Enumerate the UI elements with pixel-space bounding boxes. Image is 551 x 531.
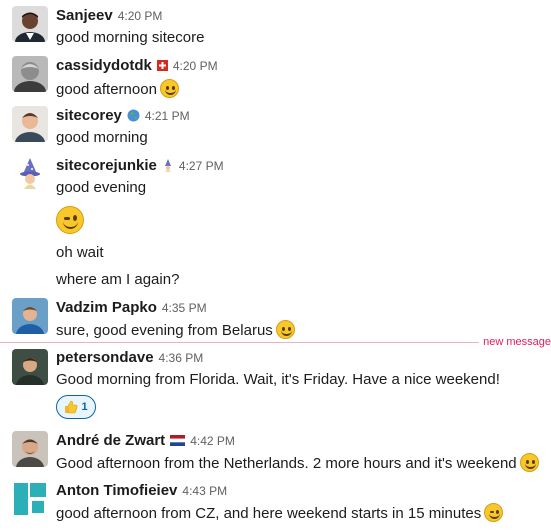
netherlands-flag-icon <box>170 434 186 448</box>
message-text: Good morning from Florida. Wait, it's Fr… <box>56 371 500 388</box>
message-text: good afternoon <box>56 79 179 98</box>
author-name[interactable]: André de Zwart <box>56 432 165 449</box>
message-text: good evening <box>56 179 147 196</box>
avatar[interactable] <box>12 481 48 517</box>
swiss-flag-icon <box>156 59 168 73</box>
author-name[interactable]: Anton Timofieiev <box>56 482 177 499</box>
message-text-content: Good afternoon from the Netherlands. 2 m… <box>56 455 517 472</box>
message-text: good afternoon from CZ, and here weekend… <box>56 503 504 522</box>
reaction-count: 1 <box>81 401 88 413</box>
timestamp[interactable]: 4:35 PM <box>162 301 207 315</box>
message-text: Good afternoon from the Netherlands. 2 m… <box>56 453 539 472</box>
avatar[interactable] <box>12 349 48 385</box>
author-name[interactable]: sitecorejunkie <box>56 157 157 174</box>
globe-icon <box>127 109 140 123</box>
author-name[interactable]: Vadzim Papko <box>56 299 157 316</box>
new-message-divider <box>0 342 551 343</box>
message-feed: Sanjeev 4:20 PM good morning sitecore ca… <box>0 0 551 531</box>
thumbs-up-icon <box>64 400 78 414</box>
timestamp[interactable]: 4:42 PM <box>190 434 235 448</box>
reaction-button[interactable]: 1 <box>56 395 96 419</box>
timestamp[interactable]: 4:43 PM <box>182 484 227 498</box>
timestamp[interactable]: 4:21 PM <box>145 109 190 123</box>
message-text: sure, good evening from Belarus <box>56 320 295 339</box>
message-text-content: sure, good evening from Belarus <box>56 322 273 339</box>
author-name[interactable]: sitecorey <box>56 107 122 124</box>
avatar[interactable] <box>12 56 48 92</box>
wizard-icon <box>162 159 174 173</box>
avatar[interactable] <box>12 431 48 467</box>
message-text: oh wait <box>56 244 104 261</box>
wink-face-icon <box>56 206 84 234</box>
message-text-content: good afternoon <box>56 81 157 98</box>
timestamp[interactable]: 4:36 PM <box>159 351 204 365</box>
message-text: good morning sitecore <box>56 29 205 46</box>
avatar[interactable] <box>12 298 48 334</box>
avatar[interactable] <box>12 106 48 142</box>
new-message-label: new message <box>479 335 551 349</box>
big-emoji-message <box>56 206 84 234</box>
message-text: where am I again? <box>56 271 180 288</box>
author-name[interactable]: Sanjeev <box>56 7 113 24</box>
timestamp[interactable]: 4:27 PM <box>179 159 224 173</box>
author-name[interactable]: cassidydotdk <box>56 57 152 74</box>
timestamp[interactable]: 4:20 PM <box>173 59 218 73</box>
avatar[interactable] <box>12 156 48 192</box>
avatar[interactable] <box>12 6 48 42</box>
wink-face-icon <box>484 503 504 522</box>
slightly-smiling-face-icon <box>159 79 179 98</box>
slightly-smiling-face-icon <box>275 320 295 339</box>
slightly-smiling-face-icon <box>519 453 539 472</box>
message-text: good morning <box>56 129 148 146</box>
message-text-content: good afternoon from CZ, and here weekend… <box>56 505 482 522</box>
timestamp[interactable]: 4:20 PM <box>118 9 163 23</box>
author-name[interactable]: petersondave <box>56 349 154 366</box>
